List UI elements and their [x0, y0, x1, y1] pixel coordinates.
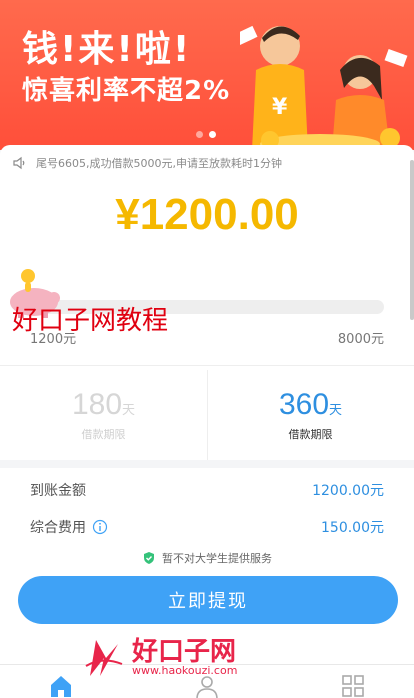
grid-icon[interactable]: [340, 673, 366, 698]
received-label: 到账金额: [30, 483, 86, 499]
banner-subline: 惊喜利率不超2%: [22, 76, 231, 106]
amount-min: 1200元: [30, 332, 77, 347]
received-amount-row: 到账金额 1200.00元: [0, 480, 414, 500]
withdraw-button[interactable]: 立即提现: [18, 576, 398, 624]
period-number: 180: [71, 388, 123, 421]
period-unit: 天: [329, 403, 343, 418]
banner-headline: 钱!来!啦!: [22, 29, 192, 70]
home-icon[interactable]: [48, 673, 74, 698]
site-url: www.haokouzi.com: [132, 664, 238, 677]
amount-max: 8000元: [337, 332, 384, 347]
received-value: 1200.00元: [312, 483, 384, 499]
site-logo-icon: [85, 640, 123, 676]
safety-text: 暂不对大学生提供服务: [162, 552, 272, 565]
site-brand: 好口子网: [132, 637, 237, 667]
pagination-dot[interactable]: [196, 131, 203, 138]
safety-notice: 暂不对大学生提供服务: [0, 550, 414, 566]
pagination-dot-active[interactable]: [209, 131, 216, 138]
period-option-360[interactable]: 360天 借款期限: [207, 370, 414, 460]
notice-bar: 尾号6605,成功借款5000元,申请至放款耗时1分钟: [12, 153, 282, 173]
loan-amount: ¥1200.00: [115, 190, 299, 239]
banner-pagination: [196, 131, 216, 138]
speaker-icon: [13, 156, 25, 170]
period-unit: 天: [122, 403, 136, 418]
banner-illustration: ¥: [240, 25, 408, 150]
period-label: 借款期限: [81, 428, 126, 441]
site-watermark: 好口子网 www.haokouzi.com: [82, 636, 237, 680]
period-option-180[interactable]: 180天 借款期限: [0, 370, 207, 460]
shield-check-icon: [144, 552, 154, 564]
info-icon[interactable]: [92, 519, 108, 535]
promo-banner[interactable]: 钱!来!啦! 惊喜利率不超2% ¥: [0, 0, 414, 150]
fee-value: 150.00元: [321, 520, 384, 536]
fee-row: 综合费用 150.00元: [0, 517, 414, 537]
notice-text: 尾号6605,成功借款5000元,申请至放款耗时1分钟: [36, 157, 282, 170]
svg-text:¥: ¥: [272, 95, 288, 120]
section-gap: [0, 460, 414, 468]
period-label: 借款期限: [288, 428, 333, 441]
scrollbar[interactable]: [410, 160, 414, 320]
period-number: 360: [278, 388, 330, 421]
divider: [0, 365, 414, 366]
fee-label: 综合费用: [30, 520, 86, 536]
